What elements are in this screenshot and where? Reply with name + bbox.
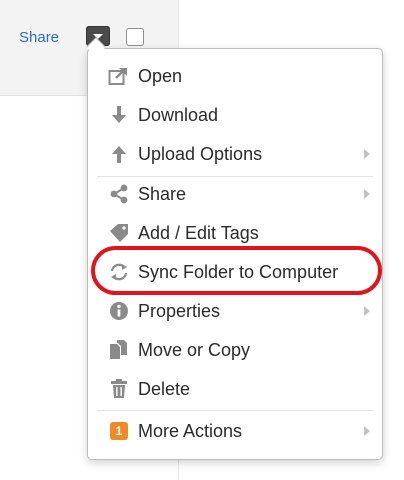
chevron-right-icon xyxy=(364,426,370,436)
menu-item-upload-options[interactable]: Upload Options xyxy=(88,136,382,172)
menu-item-label: Move or Copy xyxy=(138,340,251,360)
menu-item-label: More Actions xyxy=(138,421,243,441)
menu-item-label: Download xyxy=(138,105,219,125)
menu-item-more-actions[interactable]: 1 More Actions xyxy=(88,413,382,449)
menu-divider xyxy=(97,410,373,411)
info-icon xyxy=(107,300,131,322)
menu-item-properties[interactable]: Properties xyxy=(88,293,382,329)
count-badge: 1 xyxy=(110,422,128,440)
menu-item-label: Add / Edit Tags xyxy=(138,223,259,243)
menu-item-download[interactable]: Download xyxy=(88,97,382,133)
open-icon xyxy=(107,65,131,87)
menu-item-delete[interactable]: Delete xyxy=(88,371,382,407)
menu-item-label: Upload Options xyxy=(138,144,263,164)
menu-item-label: Open xyxy=(138,66,183,86)
actions-menu: Open Download Upload Options Share Add /… xyxy=(87,48,383,460)
trash-icon xyxy=(107,378,131,400)
tag-icon xyxy=(107,222,131,244)
menu-item-label: Properties xyxy=(138,301,221,321)
menu-item-open[interactable]: Open xyxy=(88,58,382,94)
copy-icon xyxy=(107,339,131,361)
menu-item-label: Share xyxy=(138,184,187,204)
chevron-right-icon xyxy=(364,189,370,199)
chevron-right-icon xyxy=(364,149,370,159)
share-icon xyxy=(107,183,131,205)
menu-item-move-or-copy[interactable]: Move or Copy xyxy=(88,332,382,368)
upload-icon xyxy=(107,143,131,165)
row-select-checkbox[interactable] xyxy=(126,28,144,46)
menu-item-label: Delete xyxy=(138,379,191,399)
sync-icon xyxy=(107,261,131,283)
menu-item-label: Sync Folder to Computer xyxy=(138,262,339,282)
menu-item-sync-folder-to-computer[interactable]: Sync Folder to Computer xyxy=(88,254,382,290)
chevron-right-icon xyxy=(364,306,370,316)
share-link[interactable]: Share xyxy=(19,29,59,46)
menu-item-add-edit-tags[interactable]: Add / Edit Tags xyxy=(88,215,382,251)
more-actions-badge: 1 xyxy=(107,420,131,442)
menu-item-share[interactable]: Share xyxy=(88,176,382,212)
download-icon xyxy=(107,104,131,126)
